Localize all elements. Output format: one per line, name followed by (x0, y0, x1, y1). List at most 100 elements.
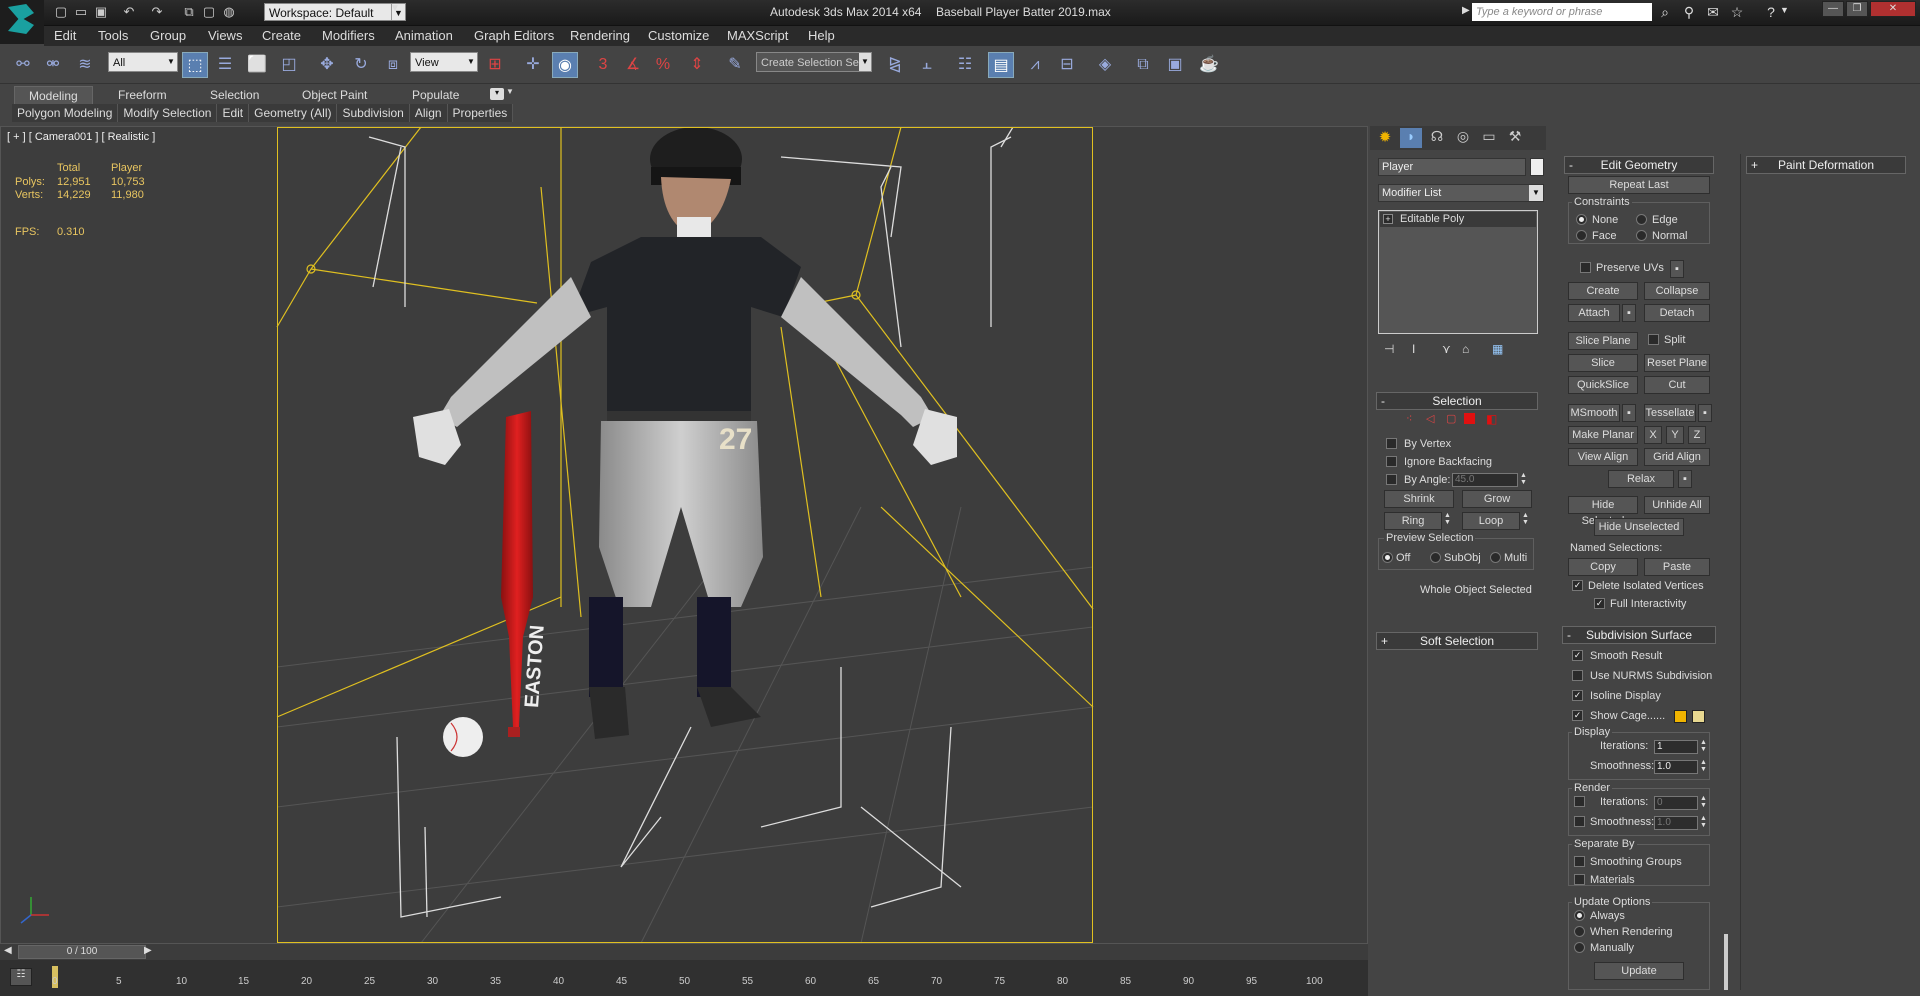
panel-subdivision[interactable]: Subdivision (337, 104, 410, 122)
edit-named-selection-icon[interactable]: ✎ (722, 52, 748, 78)
render-smoothness-checkbox[interactable] (1574, 816, 1585, 827)
menu-help[interactable]: Help (808, 28, 835, 43)
select-object-icon[interactable]: ⬚ (182, 52, 208, 78)
smooth-result-checkbox[interactable]: ✓ (1572, 650, 1583, 661)
render-production-icon[interactable]: ☕ (1196, 52, 1222, 78)
modifier-list-dropdown[interactable]: Modifier List ▼ (1378, 184, 1544, 202)
hierarchy-tab-icon[interactable]: ☊ (1426, 128, 1448, 148)
constraint-none-radio[interactable] (1576, 214, 1587, 225)
bind-space-warp-icon[interactable]: ≋ (72, 52, 98, 78)
constraint-edge-radio[interactable] (1636, 214, 1647, 225)
panel-scrollbar[interactable] (1724, 934, 1728, 990)
attach-settings-button[interactable]: ▪ (1622, 304, 1636, 322)
render-smoothness-spinner[interactable]: 1.0 (1654, 816, 1698, 830)
time-next-icon[interactable]: ▶ (144, 945, 152, 956)
cage-color-swatch-1[interactable] (1674, 710, 1687, 723)
update-when-rendering-radio[interactable] (1574, 926, 1585, 937)
polygon-level-icon[interactable] (1464, 413, 1475, 424)
modify-tab-icon[interactable]: ◗ (1400, 128, 1422, 148)
unlink-icon[interactable]: ⚮ (40, 52, 66, 78)
tab-freeform[interactable]: Freeform (104, 86, 181, 104)
element-level-icon[interactable]: ◧ (1486, 412, 1497, 426)
tab-object-paint[interactable]: Object Paint (288, 86, 381, 104)
by-angle-checkbox[interactable] (1386, 474, 1397, 485)
time-prev-icon[interactable]: ◀ (4, 945, 12, 956)
display-smoothness-spinner[interactable]: 1.0 (1654, 760, 1698, 774)
render-iterations-arrows-icon[interactable]: ▲ ▼ (1700, 795, 1707, 809)
display-tab-icon[interactable]: ▭ (1478, 128, 1500, 148)
ignore-backfacing-checkbox[interactable] (1386, 456, 1397, 467)
reset-plane-button[interactable]: Reset Plane (1644, 354, 1710, 372)
binoculars-icon[interactable]: ⌕ (1656, 3, 1674, 21)
vertex-level-icon[interactable]: ⁖ (1406, 412, 1412, 425)
edit-geometry-rollout-header[interactable]: - Edit Geometry (1564, 156, 1714, 174)
expand-search-icon[interactable]: ▶ (1462, 5, 1470, 16)
named-selection-dropdown[interactable]: Create Selection Se ▼ (756, 52, 872, 72)
paint-deformation-rollout-header[interactable]: + Paint Deformation (1746, 156, 1906, 174)
render-smoothness-arrows-icon[interactable]: ▲ ▼ (1700, 815, 1707, 829)
search-input[interactable]: Type a keyword or phrase (1472, 3, 1652, 21)
ring-button[interactable]: Ring (1384, 512, 1442, 530)
mirror-icon[interactable]: ⧎ (882, 52, 908, 78)
use-nurms-checkbox[interactable] (1572, 670, 1583, 681)
angle-spinner-arrows-icon[interactable]: ▲ ▼ (1520, 472, 1527, 486)
preserve-uvs-settings-button[interactable]: ▪ (1670, 260, 1684, 278)
angle-snap-icon[interactable]: ∡ (620, 52, 646, 78)
viewport-label[interactable]: [ + ] [ Camera001 ] [ Realistic ] (7, 131, 155, 143)
panel-geometry-all[interactable]: Geometry (All) (249, 104, 338, 122)
hide-unselected-button[interactable]: Hide Unselected (1594, 518, 1684, 536)
pin-stack-icon[interactable]: ⊣ (1384, 342, 1394, 356)
menu-rendering[interactable]: Rendering (570, 28, 630, 43)
remove-modifier-icon[interactable]: ⌂ (1462, 342, 1469, 356)
update-manually-radio[interactable] (1574, 942, 1585, 953)
tessellate-settings-button[interactable]: ▪ (1698, 404, 1712, 422)
preserve-uvs-checkbox[interactable] (1580, 262, 1591, 273)
move-icon[interactable]: ✥ (314, 52, 340, 78)
menu-edit[interactable]: Edit (54, 28, 76, 43)
fetch-icon[interactable]: ▢ (200, 3, 218, 21)
object-color-swatch[interactable] (1530, 158, 1544, 176)
make-unique-icon[interactable]: ⋎ (1442, 342, 1451, 356)
grid-align-button[interactable]: Grid Align (1644, 448, 1710, 466)
track-bar[interactable]: ☷ 0 5 10 15 20 25 30 35 40 45 50 55 60 6… (0, 960, 1368, 996)
ribbon-minimize-icon[interactable]: ▼ (506, 87, 514, 96)
selection-filter-dropdown[interactable]: All ▼ (108, 52, 178, 72)
menu-maxscript[interactable]: MAXScript (727, 28, 788, 43)
communication-icon[interactable]: ✉ (1704, 3, 1722, 21)
minimize-icon[interactable]: — (1822, 1, 1844, 17)
customize-qat-icon[interactable]: ▼ (390, 3, 404, 21)
new-file-icon[interactable]: ▢ (52, 3, 70, 21)
collapse-button[interactable]: Collapse (1644, 282, 1710, 300)
cut-button[interactable]: Cut (1644, 376, 1710, 394)
tab-selection[interactable]: Selection (196, 86, 273, 104)
show-end-result-icon[interactable]: Ι (1412, 342, 1415, 356)
shrink-button[interactable]: Shrink (1384, 490, 1454, 508)
constraint-face-radio[interactable] (1576, 230, 1587, 241)
subdivision-rollout-header[interactable]: - Subdivision Surface (1562, 626, 1716, 644)
open-file-icon[interactable]: ▭ (72, 3, 90, 21)
link-icon[interactable]: ⚯ (10, 52, 36, 78)
tab-modeling[interactable]: Modeling (14, 86, 93, 104)
time-slider[interactable]: 0 / 100 (18, 945, 146, 959)
help-dropdown-icon[interactable]: ▼ (1780, 5, 1789, 15)
save-icon[interactable]: ▣ (92, 3, 110, 21)
panel-properties[interactable]: Properties (448, 104, 514, 122)
schematic-view-icon[interactable]: ⊟ (1054, 52, 1080, 78)
pivot-center-icon[interactable]: ⊞ (482, 52, 508, 78)
favorites-icon[interactable]: ☆ (1728, 3, 1746, 21)
align-icon[interactable]: ⫠ (914, 52, 940, 78)
selection-rollout-header[interactable]: - Selection (1376, 392, 1538, 410)
modifier-stack[interactable]: + Editable Poly (1378, 210, 1538, 334)
camera-viewport[interactable]: EASTON 27 [ + ] [ Camera001 ] [ Realisti… (0, 126, 1368, 944)
display-iterations-spinner[interactable]: 1 (1654, 740, 1698, 754)
cage-color-swatch-2[interactable] (1692, 710, 1705, 723)
planar-z-button[interactable]: Z (1688, 426, 1706, 444)
show-cage-checkbox[interactable]: ✓ (1572, 710, 1583, 721)
planar-y-button[interactable]: Y (1666, 426, 1684, 444)
render-setup-icon[interactable]: ⧉ (1130, 52, 1156, 78)
attach-button[interactable]: Attach (1568, 304, 1620, 322)
tessellate-button[interactable]: Tessellate (1644, 404, 1696, 422)
layer-manager-icon[interactable]: ☷ (952, 52, 978, 78)
project-folder-icon[interactable]: ◍ (220, 3, 238, 21)
panel-polygon-modeling[interactable]: Polygon Modeling (12, 104, 119, 122)
